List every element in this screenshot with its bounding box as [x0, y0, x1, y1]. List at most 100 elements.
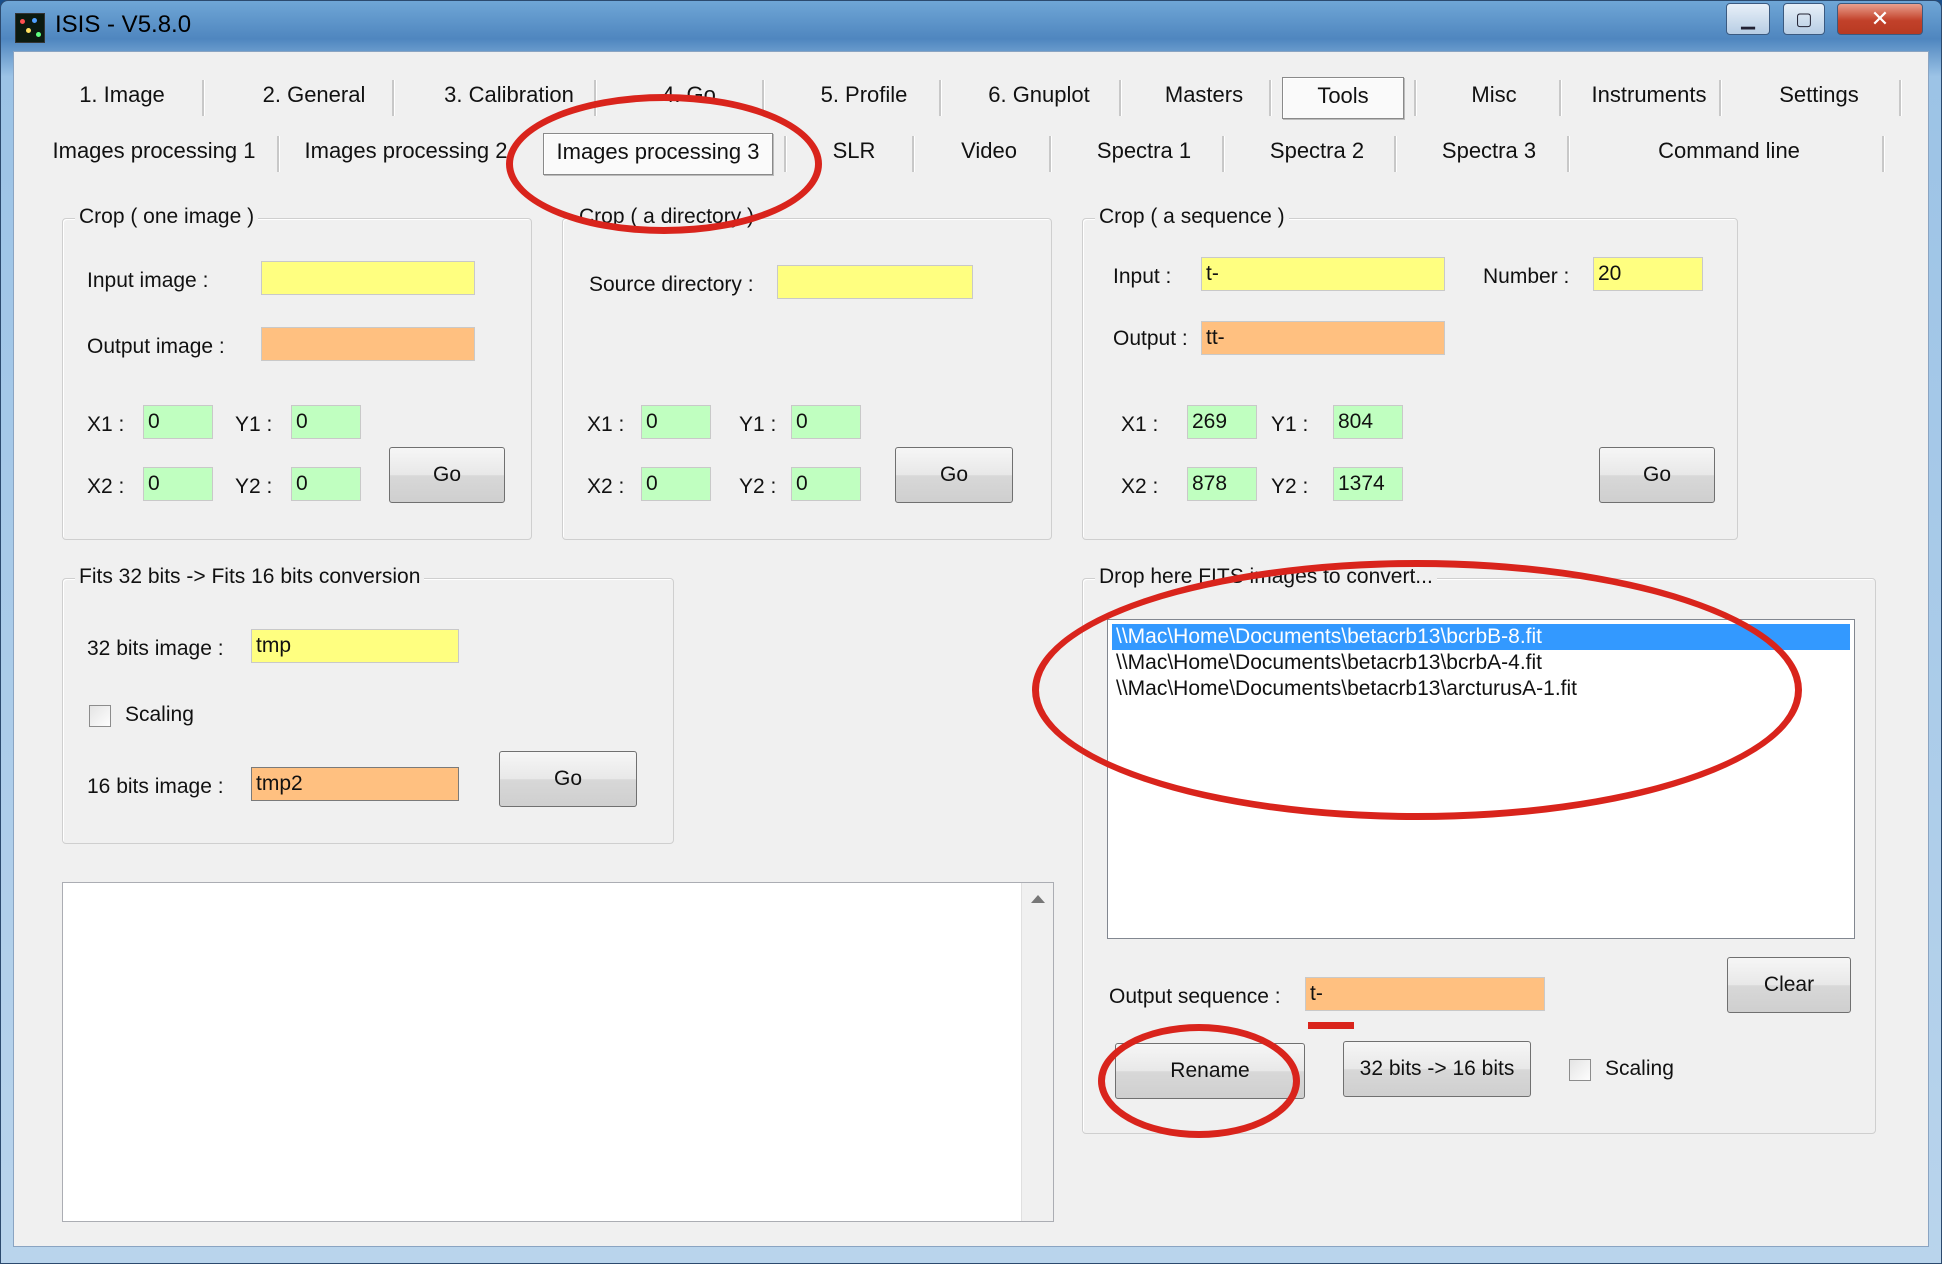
sequence-output-field[interactable]: tt-: [1201, 321, 1445, 355]
x1-field[interactable]: 0: [143, 405, 213, 439]
x1-field[interactable]: 269: [1187, 405, 1257, 439]
x2-field[interactable]: 878: [1187, 467, 1257, 501]
output-image-label: Output image :: [87, 335, 225, 358]
tab-misc[interactable]: Misc: [1429, 75, 1559, 115]
title-bar[interactable]: ISIS - V5.8.0 ▁ ▢ ✕: [1, 1, 1942, 51]
output-sequence-label: Output sequence :: [1109, 985, 1281, 1008]
tab-spectra-1[interactable]: Spectra 1: [1069, 131, 1219, 171]
number-field[interactable]: 20: [1593, 257, 1703, 291]
tab-separator: [1222, 136, 1225, 172]
tab-general[interactable]: 2. General: [234, 75, 394, 115]
crop-sequence-group: Crop ( a sequence ) Input : t- Number : …: [1082, 205, 1738, 540]
minimize-icon: ▁: [1741, 8, 1755, 29]
crop-one-go-button[interactable]: Go: [389, 447, 505, 503]
x2-label: X2 :: [1121, 475, 1159, 498]
annotation-underline: [1308, 1022, 1354, 1029]
tab-command-line[interactable]: Command line: [1594, 131, 1864, 171]
input-image-field[interactable]: [261, 261, 475, 295]
close-icon: ✕: [1870, 6, 1890, 31]
tab-masters[interactable]: Masters: [1139, 75, 1269, 115]
close-button[interactable]: ✕: [1837, 3, 1923, 35]
app-window: ISIS - V5.8.0 ▁ ▢ ✕ 1. Image 2. General …: [0, 0, 1942, 1264]
x1-label: X1 :: [87, 413, 125, 436]
log-scrollbar[interactable]: [1021, 883, 1053, 1221]
tab-separator: [277, 136, 280, 172]
convert-32-to-16-button[interactable]: 32 bits -> 16 bits: [1343, 1041, 1531, 1097]
tab-spectra-2[interactable]: Spectra 2: [1242, 131, 1392, 171]
scaling-label: Scaling: [125, 703, 194, 726]
y1-field[interactable]: 0: [291, 405, 361, 439]
x1-label: X1 :: [587, 413, 625, 436]
annotation-circle-rename: [1098, 1024, 1300, 1138]
sequence-input-label: Input :: [1113, 265, 1172, 288]
output-sequence-field[interactable]: t-: [1305, 977, 1545, 1011]
y1-field[interactable]: 0: [791, 405, 861, 439]
tab-profile[interactable]: 5. Profile: [789, 75, 939, 115]
fits-conversion-go-button[interactable]: Go: [499, 751, 637, 807]
input-image-label: Input image :: [87, 269, 209, 292]
tab-separator: [1119, 80, 1122, 116]
window-title: ISIS - V5.8.0: [55, 11, 192, 38]
crop-sequence-go-button[interactable]: Go: [1599, 447, 1715, 503]
tab-separator: [1414, 80, 1417, 116]
tab-separator: [939, 80, 942, 116]
maximize-button[interactable]: ▢: [1783, 3, 1825, 35]
tab-image[interactable]: 1. Image: [52, 75, 192, 115]
tab-spectra-3[interactable]: Spectra 3: [1414, 131, 1564, 171]
number-label: Number :: [1483, 265, 1570, 288]
tab-settings[interactable]: Settings: [1739, 75, 1899, 115]
tab-separator: [1559, 80, 1562, 116]
y1-label: Y1 :: [235, 413, 273, 436]
tab-separator: [1882, 136, 1885, 172]
sequence-output-label: Output :: [1113, 327, 1188, 350]
scroll-up-icon[interactable]: [1031, 895, 1045, 903]
y1-label: Y1 :: [1271, 413, 1309, 436]
tab-separator: [1269, 80, 1272, 116]
drop-scaling-checkbox[interactable]: [1569, 1059, 1591, 1081]
x2-field[interactable]: 0: [641, 467, 711, 501]
source-directory-label: Source directory :: [589, 273, 754, 296]
bits16-image-field[interactable]: tmp2: [251, 767, 459, 801]
log-text-area[interactable]: [62, 882, 1054, 1222]
y1-field[interactable]: 804: [1333, 405, 1403, 439]
tab-separator: [1567, 136, 1570, 172]
tab-tools[interactable]: Tools: [1282, 77, 1404, 119]
drop-scaling-label: Scaling: [1605, 1057, 1674, 1080]
tab-row-tools: Images processing 1 Images processing 2 …: [14, 128, 1930, 175]
x1-field[interactable]: 0: [641, 405, 711, 439]
clear-button[interactable]: Clear: [1727, 957, 1851, 1013]
tab-images-processing-1[interactable]: Images processing 1: [44, 131, 264, 171]
x2-label: X2 :: [87, 475, 125, 498]
tab-separator: [1719, 80, 1722, 116]
tab-separator: [202, 80, 205, 116]
y2-field[interactable]: 0: [791, 467, 861, 501]
tab-gnuplot[interactable]: 6. Gnuplot: [964, 75, 1114, 115]
isis-app-icon: [15, 13, 45, 43]
bits32-image-field[interactable]: tmp: [251, 629, 459, 663]
tab-images-processing-2[interactable]: Images processing 2: [296, 131, 516, 171]
sequence-input-field[interactable]: t-: [1201, 257, 1445, 291]
tab-separator: [392, 80, 395, 116]
tab-separator: [1049, 136, 1052, 172]
y2-field[interactable]: 0: [291, 467, 361, 501]
bits16-image-label: 16 bits image :: [87, 775, 224, 798]
scaling-checkbox[interactable]: [89, 705, 111, 727]
annotation-circle-file-list: [1032, 560, 1802, 820]
tab-separator: [1899, 80, 1902, 116]
y1-label: Y1 :: [739, 413, 777, 436]
fits-conversion-group: Fits 32 bits -> Fits 16 bits conversion …: [62, 565, 674, 844]
x2-field[interactable]: 0: [143, 467, 213, 501]
bits32-image-label: 32 bits image :: [87, 637, 224, 660]
output-image-field[interactable]: [261, 327, 475, 361]
x1-label: X1 :: [1121, 413, 1159, 436]
minimize-button[interactable]: ▁: [1726, 3, 1770, 35]
tab-instruments[interactable]: Instruments: [1574, 75, 1724, 115]
fits-conversion-legend: Fits 32 bits -> Fits 16 bits conversion: [75, 565, 425, 589]
tab-separator: [1394, 136, 1397, 172]
maximize-icon: ▢: [1795, 8, 1813, 29]
y2-field[interactable]: 1374: [1333, 467, 1403, 501]
crop-directory-go-button[interactable]: Go: [895, 447, 1013, 503]
tab-video[interactable]: Video: [929, 131, 1049, 171]
y2-label: Y2 :: [739, 475, 777, 498]
source-directory-field[interactable]: [777, 265, 973, 299]
